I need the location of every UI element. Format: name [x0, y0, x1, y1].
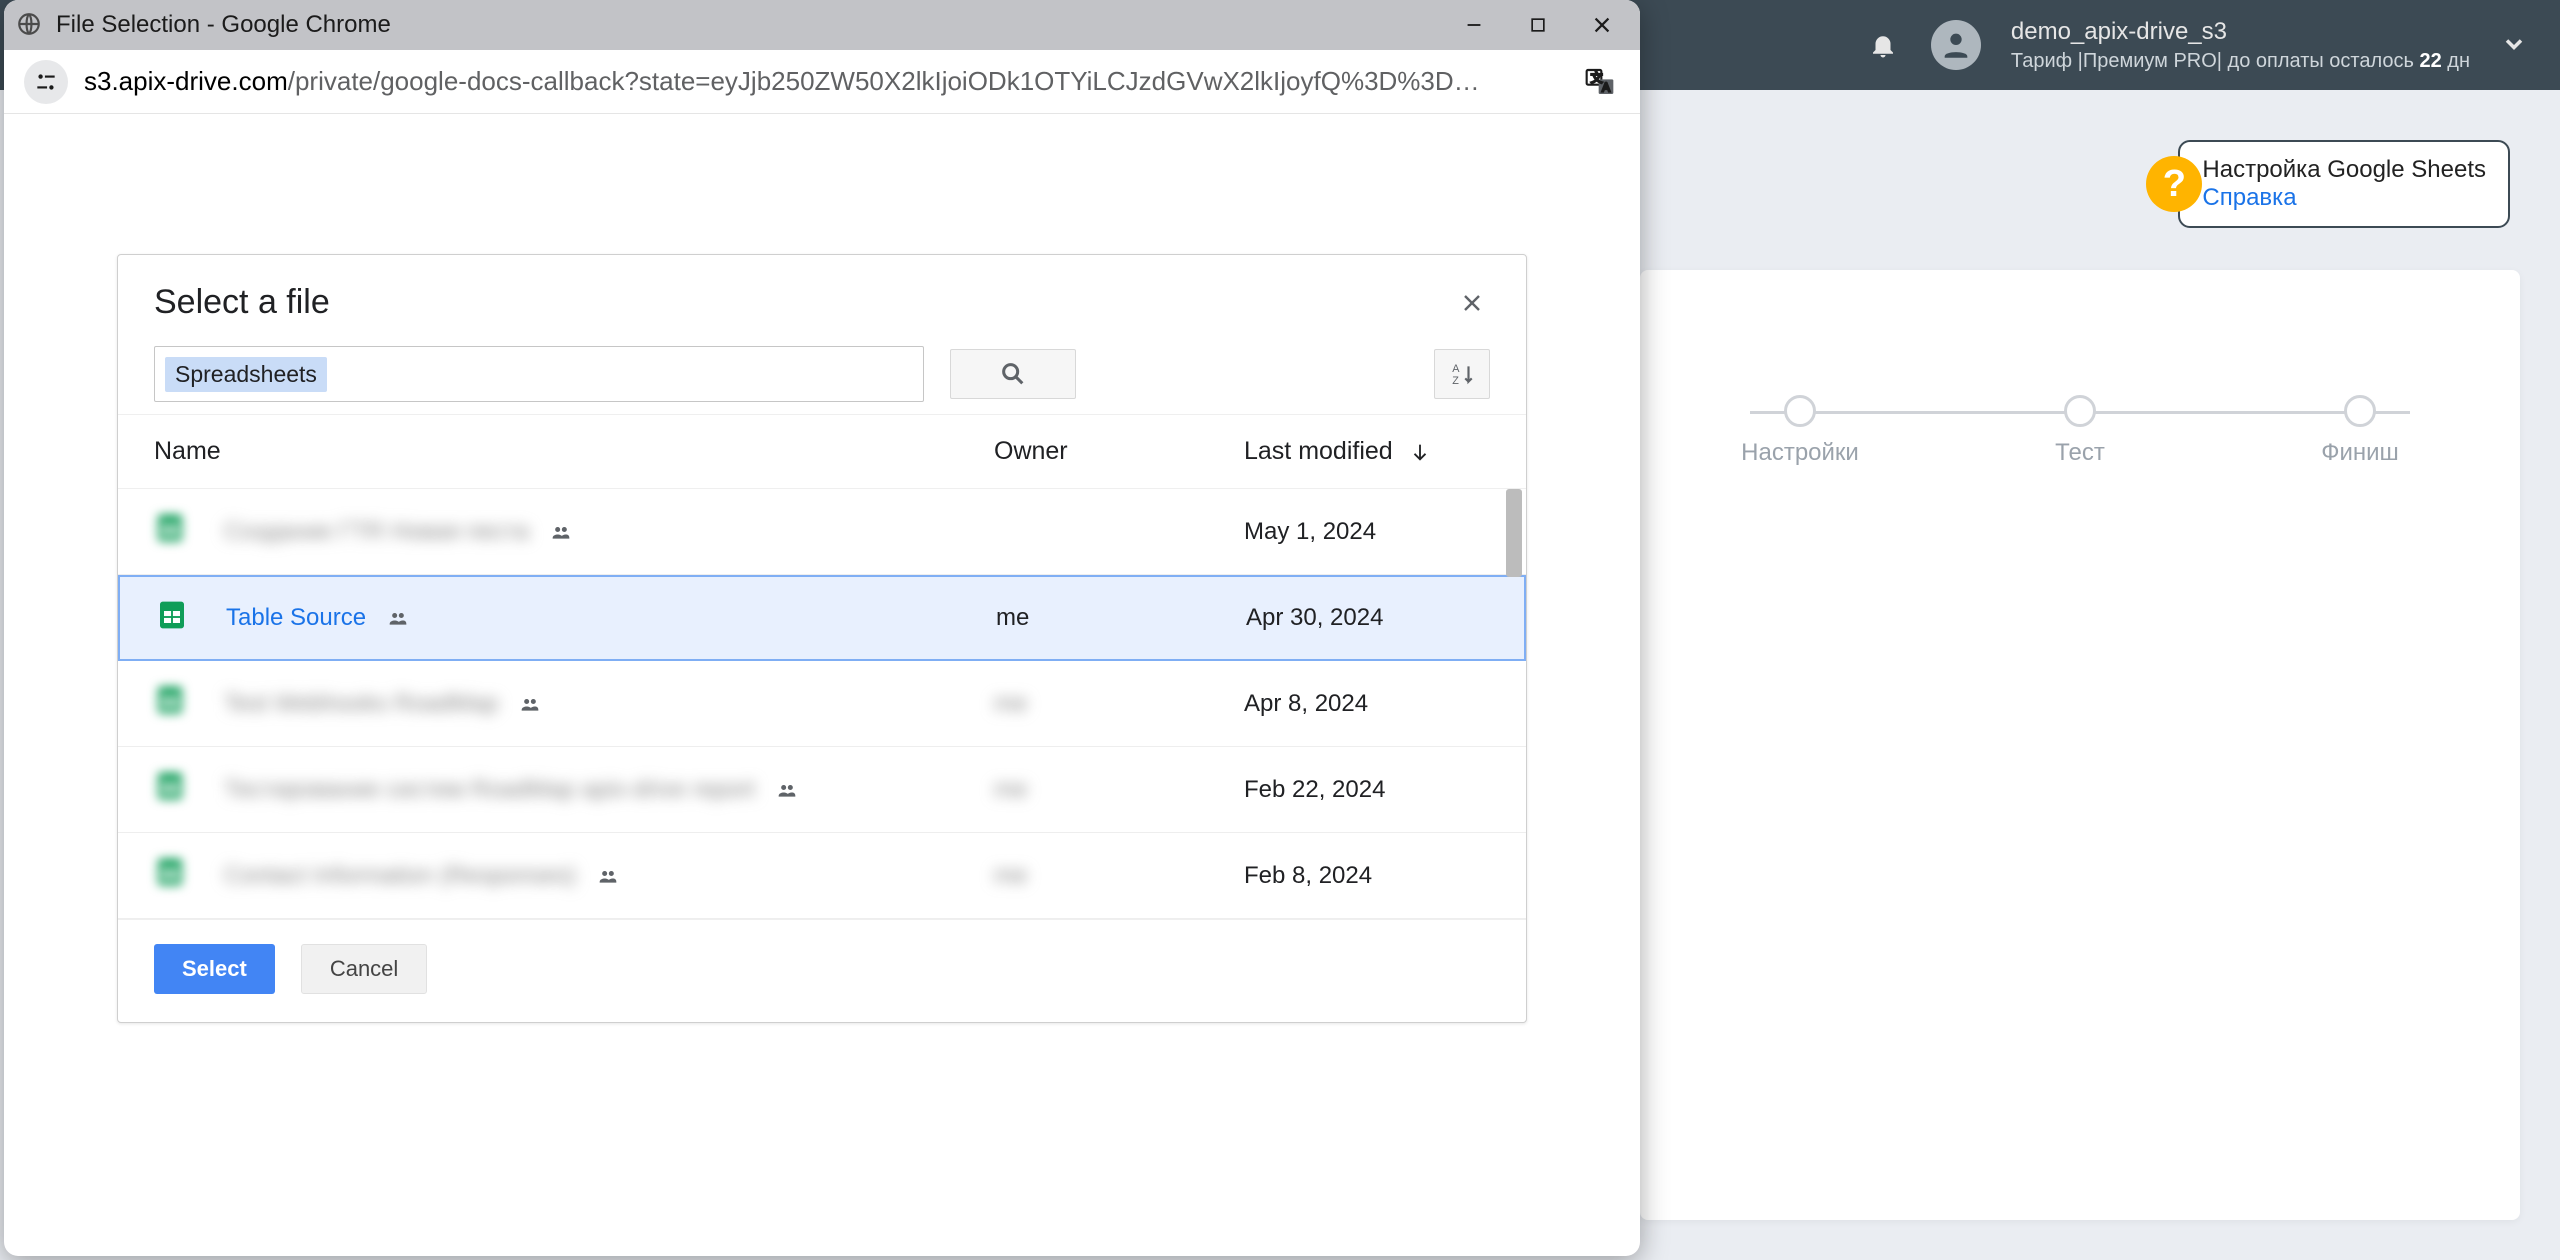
- maximize-button[interactable]: [1512, 0, 1564, 50]
- file-modified: Apr 30, 2024: [1246, 604, 1488, 632]
- file-modified: Feb 22, 2024: [1244, 776, 1490, 804]
- close-window-button[interactable]: [1576, 0, 1628, 50]
- file-row[interactable]: Тестирование систем RoadMap apix-drive r…: [118, 747, 1526, 833]
- step-finish: Финиш: [2290, 395, 2430, 467]
- file-name: Test Webhooks RoadMap: [224, 690, 994, 718]
- help-badge-icon: ?: [2146, 156, 2202, 212]
- file-name: Тестирование систем RoadMap apix-drive r…: [224, 776, 994, 804]
- file-name: Table Source: [226, 604, 996, 632]
- globe-icon: [16, 11, 44, 39]
- search-input[interactable]: Spreadsheets: [154, 346, 924, 402]
- sheets-icon: [156, 599, 226, 638]
- file-list: Создание ГTR Новая песта May 1, 2024 Table…: [118, 489, 1526, 919]
- col-name[interactable]: Name: [154, 437, 994, 466]
- cancel-button[interactable]: Cancel: [301, 944, 427, 994]
- file-row[interactable]: Test Webhooks RoadMapmeApr 8, 2024: [118, 661, 1526, 747]
- sort-a-z-button[interactable]: AZ: [1434, 349, 1490, 399]
- filter-chip[interactable]: Spreadsheets: [165, 357, 327, 392]
- sheets-icon: [154, 512, 224, 551]
- file-owner: me: [996, 604, 1246, 632]
- file-row[interactable]: Table SourcemeApr 30, 2024: [118, 575, 1526, 661]
- help-callout: ? Настройка Google Sheets Справка: [2178, 140, 2510, 228]
- svg-text:A: A: [1602, 80, 1610, 94]
- file-modified: May 1, 2024: [1244, 518, 1490, 546]
- svg-text:文: 文: [1591, 70, 1603, 85]
- file-modified: Feb 8, 2024: [1244, 862, 1490, 890]
- help-link[interactable]: Справка: [2202, 184, 2486, 212]
- minimize-button[interactable]: [1448, 0, 1500, 50]
- step-settings: Настройки: [1730, 395, 1870, 467]
- translate-icon[interactable]: 文A: [1580, 62, 1620, 102]
- help-title: Настройка Google Sheets: [2202, 156, 2486, 184]
- file-row[interactable]: Contact Information (Responses)meFeb 8, …: [118, 833, 1526, 919]
- file-modified: Apr 8, 2024: [1244, 690, 1490, 718]
- avatar[interactable]: [1931, 20, 1981, 70]
- stepper: Настройки Тест Финиш: [1730, 395, 2430, 475]
- google-picker: Select a file Spreadsheets AZ Name: [117, 254, 1527, 1023]
- tariff-line: Тариф |Премиум PRO| до оплаты осталось 2…: [2011, 50, 2470, 73]
- col-modified[interactable]: Last modified: [1244, 437, 1490, 466]
- col-owner[interactable]: Owner: [994, 437, 1244, 466]
- titlebar: File Selection - Google Chrome: [4, 0, 1640, 50]
- sheets-icon: [154, 770, 224, 809]
- file-name: Contact Information (Responses): [224, 862, 994, 890]
- search-button[interactable]: [950, 349, 1076, 399]
- file-row[interactable]: Создание ГTR Новая песта May 1, 2024: [118, 489, 1526, 575]
- svg-text:Z: Z: [1452, 375, 1459, 387]
- user-name: demo_apix-drive_s3: [2011, 18, 2470, 46]
- file-owner: me: [994, 776, 1244, 804]
- url-text[interactable]: s3.apix-drive.com/private/google-docs-ca…: [84, 66, 1564, 97]
- column-headers: Name Owner Last modified: [118, 414, 1526, 489]
- step-test: Тест: [2010, 395, 2150, 467]
- sort-desc-icon: [1409, 441, 1431, 463]
- close-icon[interactable]: [1454, 285, 1490, 321]
- address-bar: s3.apix-drive.com/private/google-docs-ca…: [4, 50, 1640, 114]
- picker-title: Select a file: [154, 283, 330, 322]
- user-block: demo_apix-drive_s3 Тариф |Премиум PRO| д…: [2011, 18, 2470, 73]
- sheets-icon: [154, 856, 224, 895]
- svg-text:A: A: [1452, 363, 1460, 375]
- window-title: File Selection - Google Chrome: [56, 11, 1436, 39]
- bell-icon[interactable]: [1865, 27, 1901, 63]
- file-name: Создание ГTR Новая песта: [224, 518, 994, 546]
- file-owner: me: [994, 862, 1244, 890]
- select-button[interactable]: Select: [154, 944, 275, 994]
- file-owner: me: [994, 690, 1244, 718]
- sheets-icon: [154, 684, 224, 723]
- scrollbar-thumb[interactable]: [1506, 489, 1522, 577]
- popup-window: File Selection - Google Chrome s3.apix-d…: [4, 0, 1640, 1256]
- site-settings-icon[interactable]: [24, 60, 68, 104]
- chevron-down-icon[interactable]: [2500, 30, 2530, 60]
